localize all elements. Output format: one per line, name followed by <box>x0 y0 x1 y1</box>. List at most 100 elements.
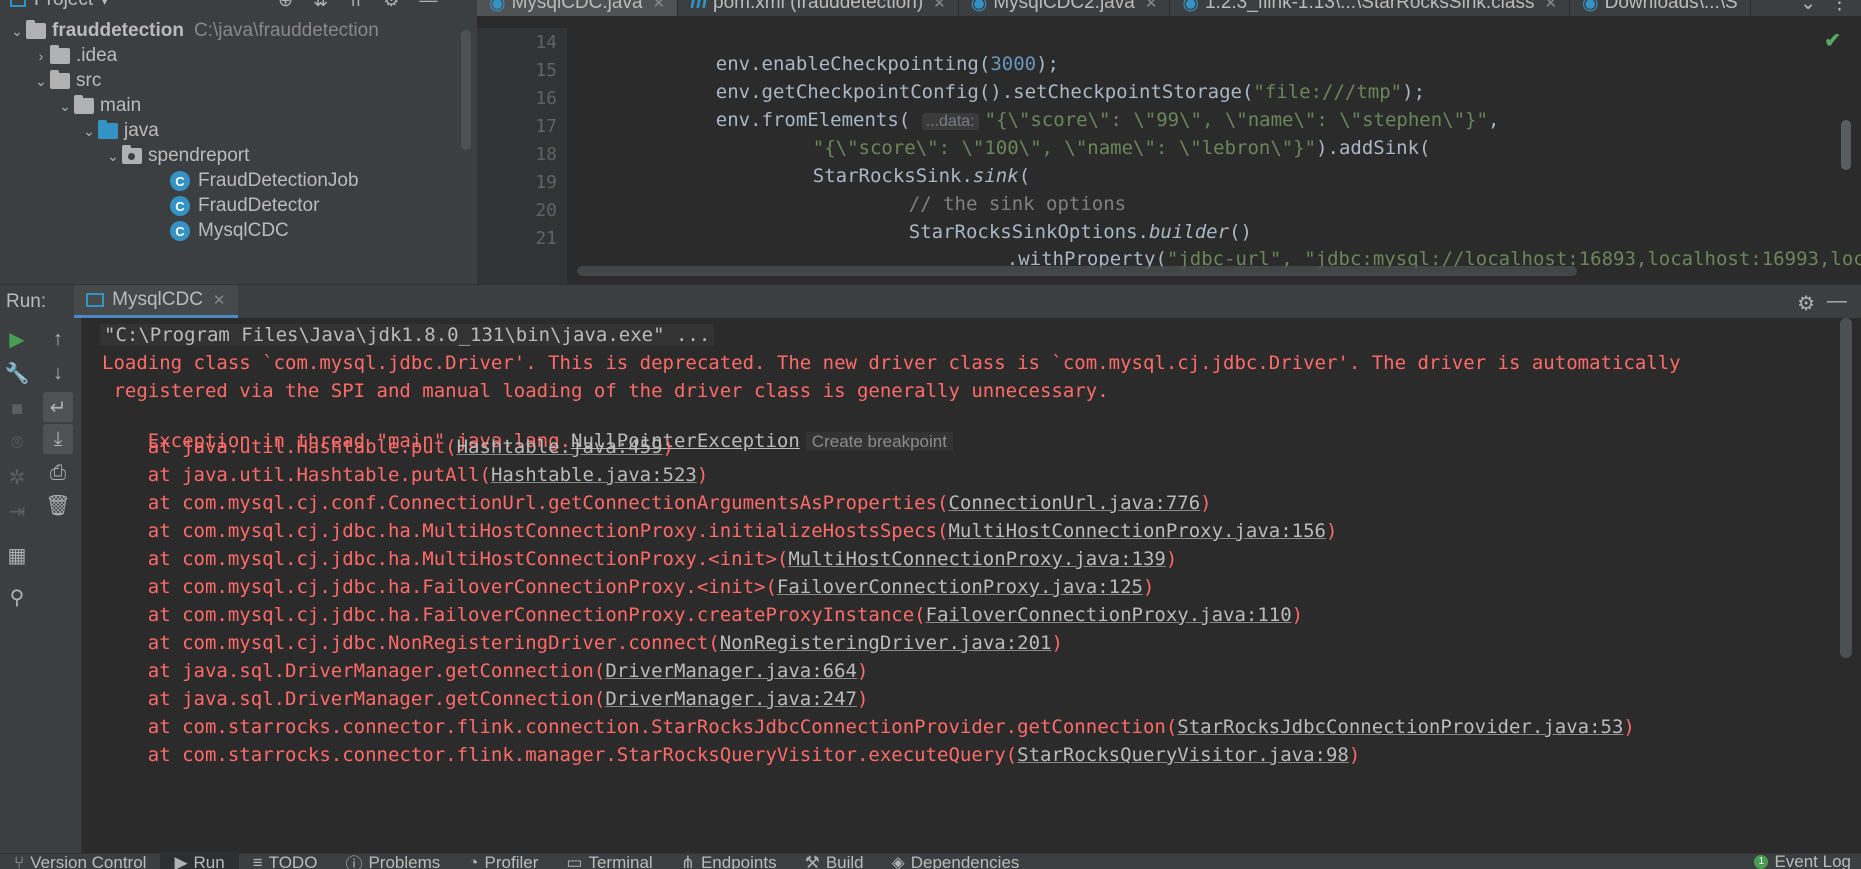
locate-icon[interactable]: ⊕ <box>278 0 293 11</box>
expand-all-icon[interactable]: ⇊ <box>313 0 328 11</box>
project-view-icon[interactable] <box>10 0 26 7</box>
java-class-icon: ◉ <box>1182 0 1199 14</box>
frame-method: at java.util.Hashtable.put( <box>102 436 457 458</box>
chevron-down-icon[interactable]: ⌄ <box>104 148 122 165</box>
tool-problems[interactable]: ⓘ Problems <box>331 852 454 869</box>
tree-item-label: .idea <box>76 45 118 66</box>
layout-icon[interactable]: ▦ <box>2 540 32 570</box>
scroll-to-end-icon[interactable]: ⤓ <box>43 424 73 454</box>
frame-source-link[interactable]: DriverManager.java:664 <box>605 660 857 682</box>
frame-source-link[interactable]: StarRocksQueryVisitor.java:98 <box>1017 744 1349 766</box>
line-number: 17 <box>535 116 557 137</box>
arrow-up-icon[interactable]: ↑ <box>43 324 73 354</box>
dropdown-icon[interactable]: ▾ <box>101 0 108 9</box>
settings-gear-icon[interactable]: ⚙ <box>383 0 399 11</box>
frame-source-link[interactable]: NonRegisteringDriver.java:201 <box>720 632 1052 654</box>
tab-label: 1.2.3_flink-1.13\...\StarRocksSink.class <box>1204 0 1535 13</box>
tab-pom[interactable]: m pom.xml (frauddetection) ✕ <box>678 0 959 16</box>
frame-source-link[interactable]: MultiHostConnectionProxy.java:139 <box>788 548 1166 570</box>
event-log-button[interactable]: 1 Event Log <box>1754 852 1851 869</box>
chevron-down-icon[interactable]: ⌄ <box>1800 0 1816 15</box>
tool-dependencies[interactable]: ◈ Dependencies <box>878 852 1034 869</box>
frame-source-link[interactable]: FailoverConnectionProxy.java:125 <box>777 576 1143 598</box>
chevron-down-icon[interactable]: ⌄ <box>32 73 50 90</box>
line-number: 14 <box>535 32 557 53</box>
stack-frame: at com.mysql.cj.jdbc.NonRegisteringDrive… <box>102 632 1063 654</box>
close-icon[interactable]: ✕ <box>1544 0 1557 12</box>
console-command-line[interactable]: "C:\Program Files\Java\jdk1.8.0_131\bin\… <box>100 324 715 346</box>
tool-profiler[interactable]: ◔ Profiler <box>454 852 552 869</box>
console-scrollbar[interactable] <box>1840 318 1852 658</box>
editor-horizontal-scrollbar[interactable] <box>577 266 1577 276</box>
stack-frame: at java.util.Hashtable.put(Hashtable.jav… <box>102 436 674 458</box>
close-icon[interactable]: ✕ <box>653 0 666 12</box>
chevron-down-icon[interactable]: ⌄ <box>80 123 98 140</box>
tool-label: Profiler <box>484 852 539 869</box>
soft-wrap-icon[interactable]: ↵ <box>43 392 73 422</box>
frame-method: at java.util.Hashtable.putAll( <box>102 464 491 486</box>
collapse-all-icon[interactable]: ⇈ <box>348 0 363 11</box>
gear-icon[interactable]: ⚙ <box>1797 291 1815 316</box>
editor-scrollbar[interactable] <box>1841 120 1851 170</box>
camera-icon[interactable]: ⌾ <box>2 428 32 458</box>
frame-source-link[interactable]: FailoverConnectionProxy.java:110 <box>926 604 1292 626</box>
stop-icon[interactable]: ■ <box>2 394 32 424</box>
tab-label: MysqlCDC.java <box>511 0 643 13</box>
folder-icon <box>26 20 46 39</box>
list-icon: ≡ <box>252 852 263 869</box>
tool-todo[interactable]: ≡ TODO <box>239 852 332 869</box>
create-breakpoint-link[interactable]: Create breakpoint <box>805 432 953 451</box>
pin-icon[interactable]: ⚲ <box>2 582 32 612</box>
close-icon[interactable]: ✕ <box>213 291 226 309</box>
java-class-icon: C <box>170 196 190 216</box>
run-tab-mysqlcdc[interactable]: MysqlCDC ✕ <box>74 285 238 318</box>
tab-downloads[interactable]: ◉ Downloads\...\S <box>1570 0 1751 16</box>
frame-source-link[interactable]: Hashtable.java:459 <box>457 436 663 458</box>
tool-run[interactable]: ▶ Run <box>160 852 239 869</box>
frame-source-link[interactable]: DriverManager.java:247 <box>605 688 857 710</box>
minimize-icon[interactable]: — <box>1827 290 1847 313</box>
close-icon[interactable]: ✕ <box>933 0 946 12</box>
line-number: 21 <box>535 228 557 249</box>
event-log-label: Event Log <box>1774 852 1851 869</box>
tool-terminal[interactable]: ▭ Terminal <box>552 852 666 869</box>
tab-mysqlcdc[interactable]: ◉ MysqlCDC.java ✕ <box>477 0 679 16</box>
close-icon[interactable]: ✕ <box>1145 0 1158 12</box>
tree-item-mysqlcdc[interactable]: C MysqlCDC <box>170 216 289 246</box>
chevron-down-icon[interactable]: ⌄ <box>8 23 26 40</box>
arrow-down-icon[interactable]: ↓ <box>43 358 73 388</box>
project-scrollbar[interactable] <box>461 30 471 150</box>
print-icon[interactable]: ⎙ <box>43 458 73 488</box>
tree-item-label: spendreport <box>148 145 250 166</box>
stack-frame: at com.starrocks.connector.flink.connect… <box>102 716 1635 738</box>
project-title[interactable]: Project <box>34 0 93 11</box>
tool-endpoints[interactable]: ⋔ Endpoints <box>667 852 791 869</box>
trash-icon[interactable]: 🗑 <box>43 490 73 520</box>
more-icon[interactable]: ⋮ <box>1830 0 1849 15</box>
tab-list-dropdown[interactable]: ⌄ ⋮ <box>1788 0 1861 16</box>
console-output[interactable]: "C:\Program Files\Java\jdk1.8.0_131\bin\… <box>82 318 1839 853</box>
hide-icon[interactable]: — <box>419 0 437 11</box>
chevron-right-icon[interactable]: › <box>32 48 50 64</box>
hammer-icon: ⚒ <box>804 852 820 869</box>
rerun-icon[interactable]: ▶ <box>2 324 32 354</box>
edit-config-icon[interactable]: 🔧 <box>2 358 32 388</box>
tool-version-control[interactable]: ⑂ Version Control <box>0 852 160 869</box>
tool-build[interactable]: ⚒ Build <box>791 852 878 869</box>
java-class-icon: C <box>170 171 190 191</box>
tool-label: Dependencies <box>910 852 1020 869</box>
chevron-down-icon[interactable]: ⌄ <box>56 98 74 115</box>
frame-source-link[interactable]: ConnectionUrl.java:776 <box>948 492 1200 514</box>
frame-source-link[interactable]: StarRocksJdbcConnectionProvider.java:53 <box>1177 716 1623 738</box>
exit-icon[interactable]: ⇥ <box>2 496 32 526</box>
tab-starrockssink[interactable]: ◉ 1.2.3_flink-1.13\...\StarRocksSink.cla… <box>1170 0 1571 16</box>
frame-source-link[interactable]: Hashtable.java:523 <box>491 464 697 486</box>
project-panel: Project ▾ ⊕ ⇊ ⇈ ⚙ — ⌄ frauddetection C:\… <box>0 0 477 284</box>
editor-panel: ◉ MysqlCDC.java ✕ m pom.xml (frauddetect… <box>477 0 1861 284</box>
settings-icon[interactable]: ✲ <box>2 462 32 492</box>
frame-paren: ) <box>662 436 674 458</box>
tab-mysqlcdc2[interactable]: ◉ MysqlCDC2.java ✕ <box>959 0 1171 16</box>
inspection-ok-icon[interactable]: ✔ <box>1824 28 1841 53</box>
frame-method: at com.starrocks.connector.flink.manager… <box>102 744 1018 766</box>
frame-source-link[interactable]: MultiHostConnectionProxy.java:156 <box>948 520 1326 542</box>
